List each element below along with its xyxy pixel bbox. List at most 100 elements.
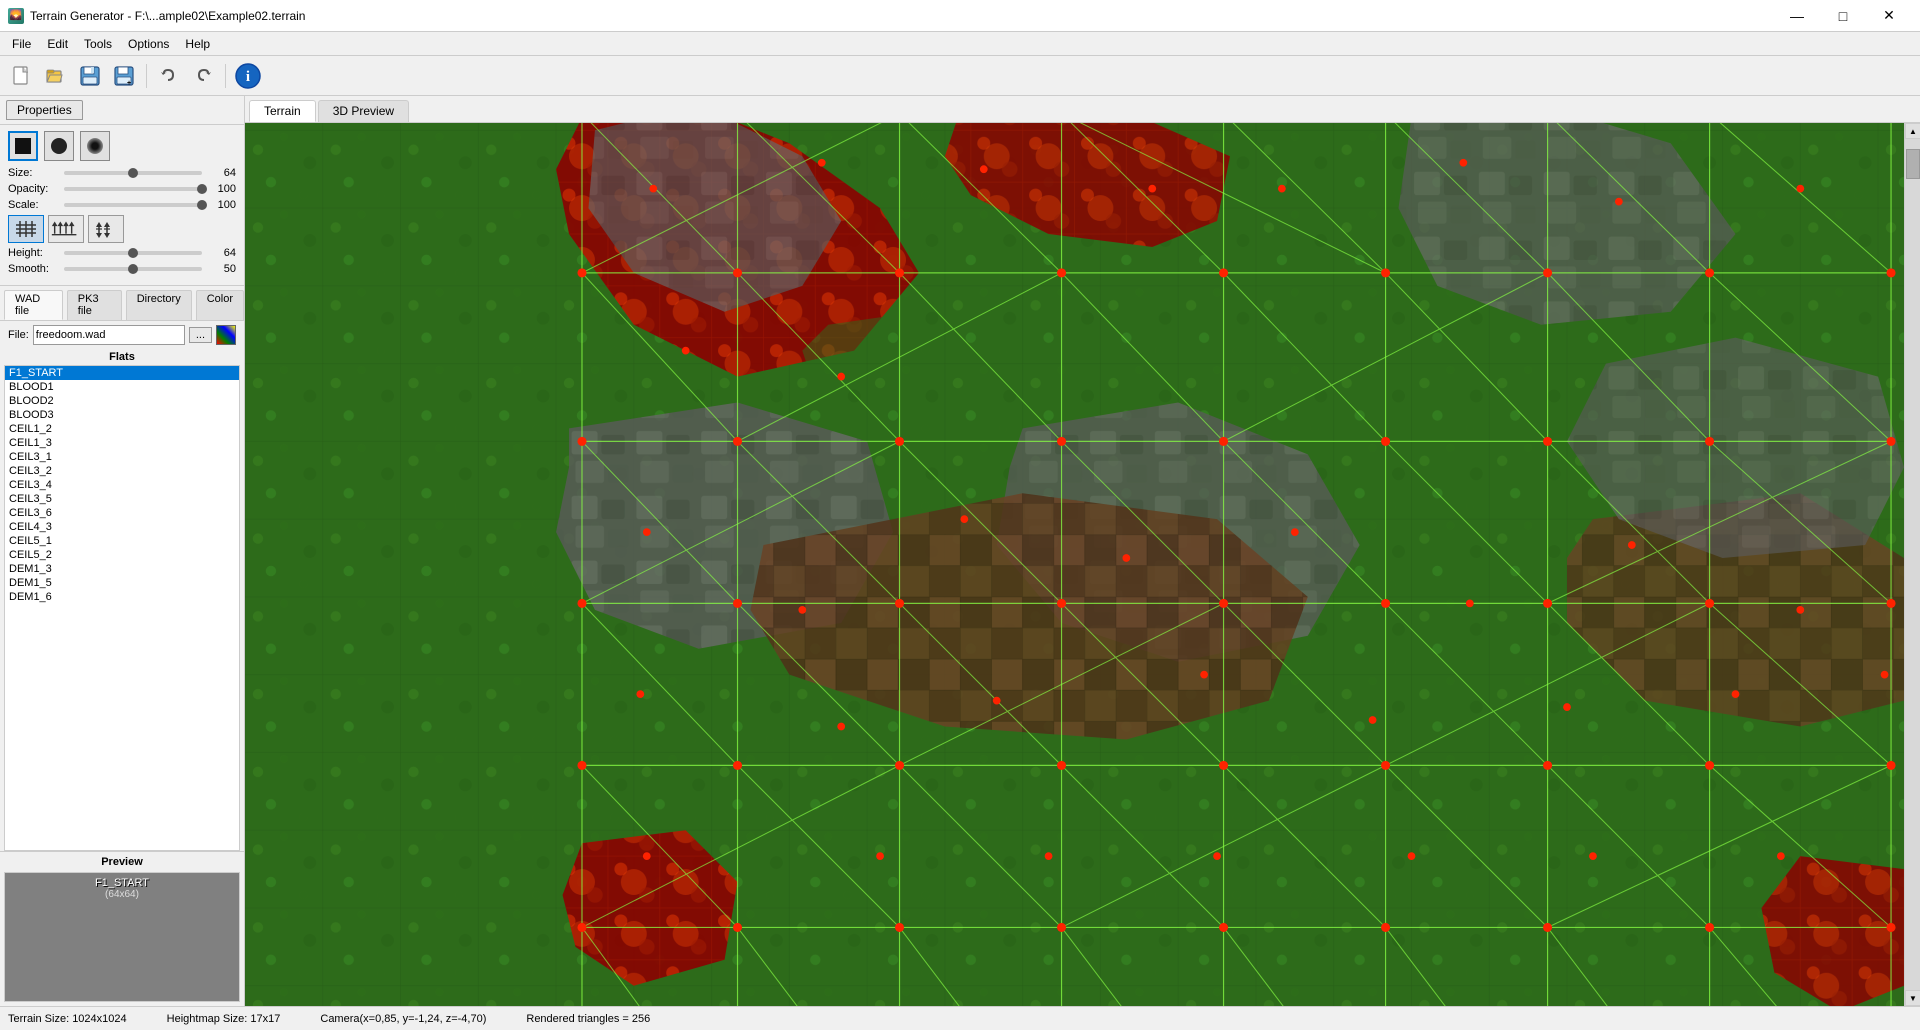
height-thumb[interactable]: [128, 248, 138, 258]
file-input[interactable]: [33, 325, 185, 345]
vertical-scrollbar[interactable]: ▲ ▼: [1904, 123, 1920, 1006]
flat-item[interactable]: F1_START: [5, 366, 239, 380]
toolbar-sep-2: [225, 64, 226, 88]
flat-item[interactable]: BLOOD3: [5, 408, 239, 422]
right-area: Terrain 3D Preview: [245, 96, 1920, 1006]
flat-item[interactable]: DEM1_6: [5, 590, 239, 604]
new-button[interactable]: [6, 60, 38, 92]
scrollbar-thumb[interactable]: [1906, 149, 1920, 179]
menu-options[interactable]: Options: [120, 35, 177, 53]
tab-directory[interactable]: Directory: [126, 290, 192, 320]
tab-terrain[interactable]: Terrain: [249, 100, 316, 122]
title-bar-text: Terrain Generator - F:\...ample02\Exampl…: [30, 9, 305, 23]
save-button[interactable]: [74, 60, 106, 92]
height-label: Height:: [8, 247, 60, 259]
menu-bar: File Edit Tools Options Help: [0, 32, 1920, 56]
terrain-canvas-area: [245, 123, 1904, 1006]
preview-section: Preview F1_START (64x64): [0, 851, 244, 1006]
scale-slider[interactable]: [64, 203, 202, 207]
close-button[interactable]: ✕: [1866, 0, 1912, 32]
menu-edit[interactable]: Edit: [39, 35, 76, 53]
flat-item[interactable]: BLOOD2: [5, 394, 239, 408]
scale-row: Scale: 100: [8, 199, 236, 211]
preview-box: F1_START (64x64): [4, 872, 240, 1002]
brush-modes: [8, 215, 236, 243]
scrollbar-track[interactable]: [1905, 139, 1920, 990]
texture-tabs: WAD file PK3 file Directory Color: [0, 286, 244, 321]
maximize-button[interactable]: □: [1820, 0, 1866, 32]
tab-3d-preview[interactable]: 3D Preview: [318, 100, 409, 122]
height-row: Height: 64: [8, 247, 236, 259]
flat-item[interactable]: CEIL5_1: [5, 534, 239, 548]
flat-item[interactable]: CEIL5_2: [5, 548, 239, 562]
preview-header: Preview: [4, 856, 240, 868]
open-button[interactable]: [40, 60, 72, 92]
flat-item[interactable]: CEIL1_2: [5, 422, 239, 436]
svg-text:i: i: [246, 69, 250, 85]
terrain-size-status: Terrain Size: 1024x1024: [8, 1013, 127, 1025]
flat-item[interactable]: CEIL3_2: [5, 464, 239, 478]
preview-name: F1_START: [95, 877, 149, 889]
height-slider[interactable]: [64, 251, 202, 255]
brush-mode-raise[interactable]: [48, 215, 84, 243]
flat-item[interactable]: DEM1_3: [5, 562, 239, 576]
terrain-svg: [245, 123, 1904, 1006]
file-browse-button[interactable]: ...: [189, 327, 212, 343]
scroll-up-button[interactable]: ▲: [1905, 123, 1920, 139]
properties-tab-button[interactable]: Properties: [6, 100, 83, 120]
minimize-button[interactable]: —: [1774, 0, 1820, 32]
flat-item[interactable]: DEM1_5: [5, 576, 239, 590]
tab-pk3-file[interactable]: PK3 file: [67, 290, 122, 320]
brush-soft[interactable]: [80, 131, 110, 161]
file-row: File: ...: [0, 321, 244, 349]
main-layout: Properties: [0, 96, 1920, 1006]
flats-list[interactable]: F1_STARTBLOOD1BLOOD2BLOOD3CEIL1_2CEIL1_3…: [4, 365, 240, 851]
info-button[interactable]: i: [232, 60, 264, 92]
undo-button[interactable]: [153, 60, 185, 92]
menu-file[interactable]: File: [4, 35, 39, 53]
title-bar-left: 🌄 Terrain Generator - F:\...ample02\Exam…: [8, 8, 305, 24]
redo-button[interactable]: [187, 60, 219, 92]
smooth-slider[interactable]: [64, 267, 202, 271]
save-as-button[interactable]: +: [108, 60, 140, 92]
scale-label: Scale:: [8, 199, 60, 211]
flat-item[interactable]: CEIL1_3: [5, 436, 239, 450]
size-value: 64: [206, 167, 236, 179]
flat-item[interactable]: CEIL3_6: [5, 506, 239, 520]
toolbar: + i: [0, 56, 1920, 96]
size-row: Size: 64: [8, 167, 236, 179]
brush-square[interactable]: [8, 131, 38, 161]
preview-size: (64x64): [105, 889, 139, 900]
heightmap-size-status: Heightmap Size: 17x17: [167, 1013, 281, 1025]
opacity-value: 100: [206, 183, 236, 195]
brush-mode-grid[interactable]: [8, 215, 44, 243]
scale-thumb[interactable]: [197, 200, 207, 210]
flat-item[interactable]: CEIL3_1: [5, 450, 239, 464]
opacity-slider[interactable]: [64, 187, 202, 191]
app-icon: 🌄: [8, 8, 24, 24]
tab-wad-file[interactable]: WAD file: [4, 290, 63, 320]
flat-item[interactable]: CEIL3_4: [5, 478, 239, 492]
size-label: Size:: [8, 167, 60, 179]
size-thumb[interactable]: [128, 168, 138, 178]
brush-circle[interactable]: [44, 131, 74, 161]
height-value: 64: [206, 247, 236, 259]
opacity-row: Opacity: 100: [8, 183, 236, 195]
smooth-thumb[interactable]: [128, 264, 138, 274]
flat-item[interactable]: CEIL4_3: [5, 520, 239, 534]
opacity-thumb[interactable]: [197, 184, 207, 194]
view-tabs: Terrain 3D Preview: [245, 96, 1920, 123]
menu-help[interactable]: Help: [177, 35, 218, 53]
opacity-label: Opacity:: [8, 183, 60, 195]
flat-item[interactable]: BLOOD1: [5, 380, 239, 394]
flat-item[interactable]: CEIL3_5: [5, 492, 239, 506]
scroll-down-button[interactable]: ▼: [1905, 990, 1920, 1006]
brush-mode-smooth[interactable]: [88, 215, 124, 243]
menu-tools[interactable]: Tools: [76, 35, 120, 53]
camera-status: Camera(x=0,85, y=-1,24, z=-4,70): [320, 1013, 486, 1025]
status-bar: Terrain Size: 1024x1024 Heightmap Size: …: [0, 1006, 1920, 1030]
color-picker-button[interactable]: [216, 325, 236, 345]
title-bar: 🌄 Terrain Generator - F:\...ample02\Exam…: [0, 0, 1920, 32]
size-slider[interactable]: [64, 171, 202, 175]
tab-color[interactable]: Color: [196, 290, 244, 320]
